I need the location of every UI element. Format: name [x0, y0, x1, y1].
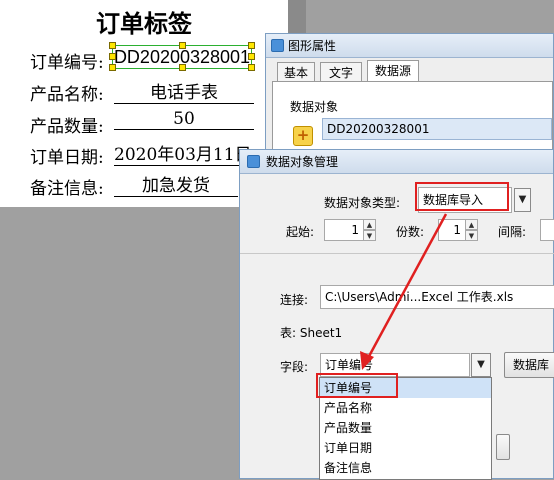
annotation-arrow-line	[365, 213, 448, 361]
annotation-arrow-layer	[360, 213, 448, 370]
annotation-arrow-head	[360, 351, 374, 370]
